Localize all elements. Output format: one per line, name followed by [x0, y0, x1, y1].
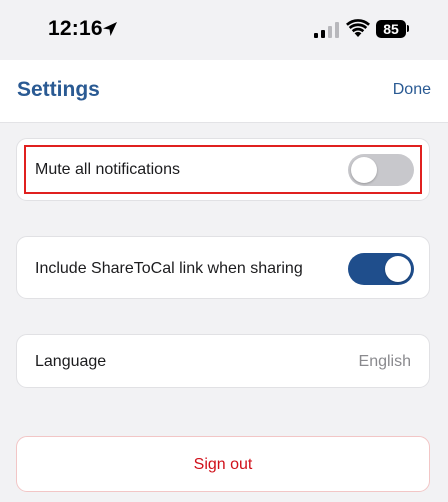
- wifi-icon: [346, 19, 370, 37]
- toggle-knob: [351, 157, 377, 183]
- language-value: English: [358, 353, 411, 370]
- language-label: Language: [35, 353, 107, 370]
- cellular-signal-icon: [314, 22, 339, 38]
- mute-notifications-row: Mute all notifications: [16, 138, 430, 201]
- page-title: Settings: [17, 78, 100, 101]
- battery-indicator: 85: [376, 20, 406, 38]
- include-link-label: Include ShareToCal link when sharing: [35, 260, 303, 277]
- sign-out-button[interactable]: Sign out: [16, 436, 430, 492]
- nav-bar: Settings Done: [0, 60, 448, 123]
- battery-tip-icon: [407, 25, 409, 32]
- status-time: 12:16: [48, 17, 103, 40]
- include-link-toggle[interactable]: [348, 253, 414, 285]
- mute-notifications-label: Mute all notifications: [35, 161, 180, 178]
- status-bar: 12:16 85: [0, 0, 448, 60]
- include-link-row: Include ShareToCal link when sharing: [16, 236, 430, 299]
- mute-notifications-toggle[interactable]: [348, 154, 414, 186]
- location-arrow-icon: [103, 22, 117, 36]
- done-button[interactable]: Done: [393, 81, 431, 99]
- toggle-knob: [385, 256, 411, 282]
- language-row[interactable]: Language English: [16, 334, 430, 388]
- sign-out-label: Sign out: [193, 456, 253, 473]
